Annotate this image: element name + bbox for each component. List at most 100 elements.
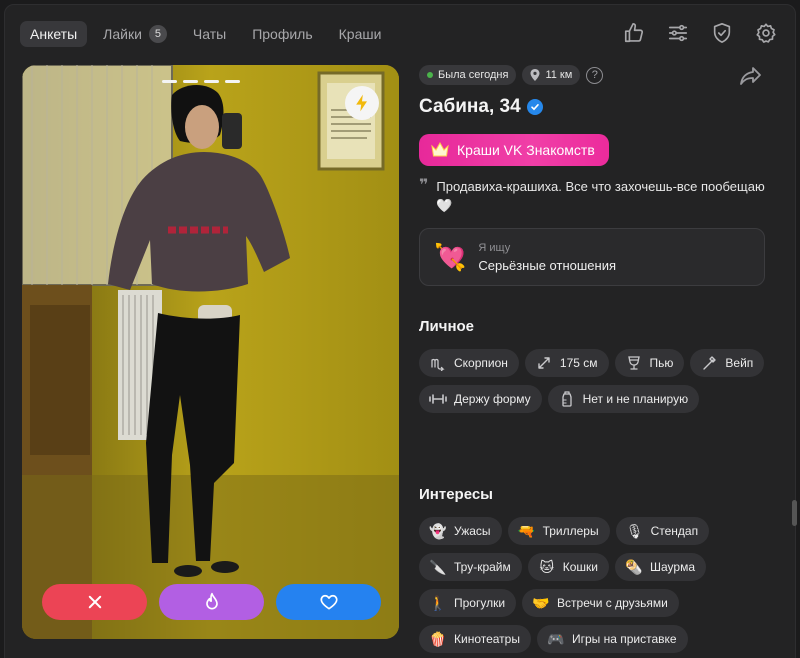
nav-icons: [622, 21, 778, 45]
ghost-icon: 👻: [429, 522, 447, 539]
interests-section: Интересы 👻 Ужасы 🔫 Триллеры 🎙 Стендап 🔪 Тру-…: [419, 486, 769, 653]
section-title: Личное: [419, 318, 475, 335]
gamepad-icon: 🎮: [547, 630, 565, 647]
chip-label: Тру-крайм: [454, 560, 511, 574]
chip-cats: 🐱 Кошки: [527, 553, 609, 581]
chip-drink: Пью: [614, 349, 685, 377]
burrito-icon: 🌯: [625, 558, 643, 575]
chip-height: 175 см: [524, 349, 609, 377]
status-row: Была сегодня 11 км ?: [419, 64, 769, 86]
photo-dot[interactable]: [225, 80, 240, 83]
shield-check-icon[interactable]: [710, 21, 734, 45]
crush-badge-text: Краши VK Знакомств: [457, 142, 595, 158]
location-pin-icon: [530, 69, 540, 81]
online-status-badge: Была сегодня: [419, 65, 517, 85]
dislike-button[interactable]: [42, 584, 147, 620]
profile-info: Была сегодня 11 км ? Сабина, 34 Краши VK…: [419, 64, 769, 653]
chip-horror: 👻 Ужасы: [419, 517, 502, 545]
chip-kids: Нет и не планирую: [547, 385, 700, 413]
chip-label: Пью: [649, 356, 674, 370]
profile-photo[interactable]: [22, 65, 399, 639]
vape-icon: [700, 354, 718, 372]
photo-dot[interactable]: [162, 80, 177, 83]
interest-chips: 👻 Ужасы 🔫 Триллеры 🎙 Стендап 🔪 Тру-крайм 🐱 Ко…: [419, 517, 769, 653]
chip-walks: 🚶 Прогулки: [419, 589, 517, 617]
personal-chips: Скорпион 175 см Пью Вейп Держу форму Нет…: [419, 349, 769, 413]
top-nav: Анкеты Лайки 5 Чаты Профиль Краши: [20, 21, 397, 47]
microphone-icon: 🎙: [625, 522, 644, 539]
chip-label: Триллеры: [542, 524, 599, 538]
chip-label: Скорпион: [454, 356, 508, 370]
thumb-up-icon[interactable]: [622, 21, 646, 45]
online-dot-icon: [427, 72, 433, 78]
close-icon: [88, 595, 101, 609]
chip-zodiac: Скорпион: [419, 349, 519, 377]
photo-indicator: [162, 80, 240, 83]
baby-bottle-icon: [558, 390, 576, 408]
personal-section: Личное Скорпион 175 см Пью Вейп Держу фо…: [419, 318, 769, 413]
chip-label: Держу форму: [454, 392, 531, 406]
chip-label: Стендап: [650, 524, 699, 538]
seeking-card: 💘 Я ищу Серьёзные отношения: [419, 228, 765, 286]
gear-icon[interactable]: [754, 21, 778, 45]
water-gun-icon: 🔫: [517, 522, 536, 539]
share-icon[interactable]: [739, 65, 763, 92]
chip-label: Кинотеатры: [454, 632, 520, 646]
lightning-icon: [356, 94, 367, 112]
bio: ❞ Продавиха-крашиха. Все что захочешь-вс…: [419, 177, 769, 215]
chip-console-games: 🎮 Игры на приставке: [536, 625, 688, 653]
chip-fitness: Держу форму: [419, 385, 542, 413]
photo-dot[interactable]: [183, 80, 198, 83]
heart-icon: [319, 594, 338, 610]
cat-icon: 🐱: [539, 558, 555, 575]
scorpio-icon: [429, 354, 447, 372]
chip-standup: 🎙 Стендап: [615, 517, 710, 545]
tab-label: Профиль: [252, 26, 313, 42]
seeking-value: Серьёзные отношения: [478, 257, 616, 273]
help-icon[interactable]: ?: [586, 66, 604, 84]
crush-badge[interactable]: Краши VK Знакомств: [419, 134, 609, 166]
flame-icon: [205, 592, 218, 610]
scrollbar[interactable]: [792, 500, 797, 526]
tab-profile[interactable]: Профиль: [242, 21, 322, 47]
chip-label: Игры на приставке: [571, 632, 677, 646]
seeking-label: Я ищу: [478, 241, 511, 254]
profile-name: Сабина, 34: [419, 94, 769, 120]
tab-chats[interactable]: Чаты: [183, 21, 236, 47]
dumbbell-icon: [429, 390, 447, 408]
name-age: Сабина, 34: [419, 96, 521, 117]
action-bar: [42, 584, 381, 620]
like-button[interactable]: [276, 584, 381, 620]
photo-scene: [22, 65, 399, 639]
walking-icon: 🚶: [429, 594, 447, 611]
tab-crushes[interactable]: Краши: [329, 21, 392, 47]
tab-label: Краши: [338, 26, 382, 42]
section-title: Интересы: [419, 486, 493, 503]
distance-text: 11 км: [545, 69, 573, 81]
chip-label: 175 см: [559, 356, 598, 370]
tab-ankety[interactable]: Анкеты: [20, 21, 88, 47]
drink-icon: [625, 354, 643, 372]
tab-label: Лайки: [103, 26, 142, 42]
knife-icon: 🔪: [429, 558, 447, 575]
tab-likes[interactable]: Лайки 5: [93, 21, 177, 47]
bio-text: Продавиха-крашиха. Все что захочешь-все …: [436, 179, 765, 213]
chip-vape: Вейп: [690, 349, 765, 377]
sliders-icon[interactable]: [666, 21, 690, 45]
tab-label: Чаты: [192, 26, 227, 42]
height-icon: [535, 354, 553, 372]
handshake-icon: 🤝: [532, 594, 550, 611]
chip-label: Встречи с друзьями: [557, 596, 668, 610]
popcorn-icon: 🍿: [429, 630, 447, 647]
tab-label: Анкеты: [30, 26, 78, 42]
likes-count-badge: 5: [148, 25, 167, 43]
verified-icon: [526, 99, 543, 115]
distance-badge: 11 км: [522, 65, 581, 85]
chip-thrillers: 🔫 Триллеры: [507, 517, 610, 545]
superlike-button[interactable]: [159, 584, 264, 620]
chip-label: Ужасы: [454, 524, 491, 538]
chip-shawarma: 🌯 Шаурма: [615, 553, 706, 581]
chip-label: Прогулки: [454, 596, 506, 610]
photo-dot[interactable]: [204, 80, 219, 83]
boost-button[interactable]: [345, 86, 379, 120]
